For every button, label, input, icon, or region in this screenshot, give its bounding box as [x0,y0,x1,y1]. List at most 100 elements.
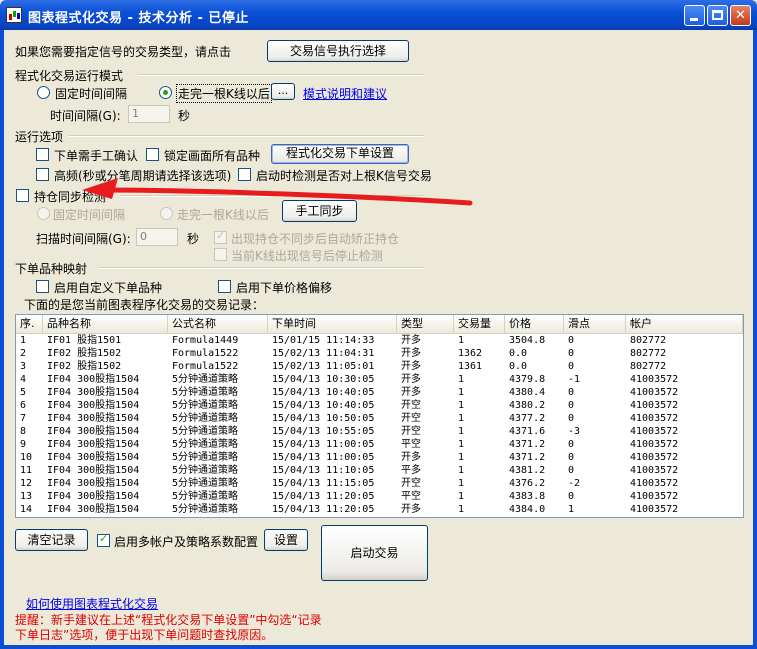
column-header[interactable]: 价格 [505,315,564,333]
howto-link[interactable]: 如何使用图表程式化交易 [26,595,158,612]
close-button[interactable]: ✕ [730,5,751,26]
table-cell: 41003572 [630,374,679,385]
column-header[interactable]: 类型 [397,315,454,333]
sync-kline-radio[interactable] [160,207,173,220]
mode-help-link[interactable]: 模式说明和建议 [303,85,387,102]
column-header[interactable]: 交易量 [454,315,505,333]
column-header[interactable]: 下单时间 [268,315,397,333]
table-cell: IF04 300股指1504 [47,426,140,437]
run-mode-kline-label: 走完一根K线以后 [176,84,272,103]
table-cell: 12 [20,478,33,489]
price-offset-checkbox[interactable] [218,280,231,293]
scan-interval-label: 扫描时间间隔(G): [36,232,131,246]
maximize-button[interactable] [707,5,728,26]
table-cell: 平空 [401,491,421,502]
table-cell: IF04 300股指1504 [47,413,140,424]
run-mode-more-button[interactable]: ... [271,83,295,100]
window-title: 图表程式化交易 - 技术分析 - 已停止 [28,11,249,26]
sync-fixed-radio[interactable] [37,207,50,220]
column-header[interactable]: 公式名称 [168,315,268,333]
multi-account-label: 启用多帐户及策略系数配置 [114,535,259,549]
table-row[interactable]: 10 IF04 300股指1504 5分钟通道策略 15/04/13 11:00:05… [16,451,743,464]
table-row[interactable]: 7 IF04 300股指1504 5分钟通道策略 15/04/13 10:50:05 开… [16,412,743,425]
manual-confirm-checkbox[interactable] [36,148,49,161]
window-frame-right [753,30,757,649]
table-cell: 0 [568,361,575,372]
position-sync-checkbox[interactable] [16,189,29,202]
table-row[interactable]: 12 IF04 300股指1504 5分钟通道策略 15/04/13 11:15:05… [16,477,743,490]
high-freq-checkbox[interactable] [36,168,49,181]
table-cell: 0 [568,387,575,398]
table-cell: Formula1522 [172,348,239,359]
table-row[interactable]: 4 IF04 300股指1504 5分钟通道策略 15/04/13 10:30:05 开… [16,373,743,386]
table-row[interactable]: 1 IF01 股指1501 Formula1449 15/01/15 11:14:33… [16,334,743,347]
table-cell: 802772 [630,361,667,372]
start-trading-button[interactable]: 启动交易 [321,525,428,581]
column-header[interactable]: 滑点 [564,315,626,333]
table-cell: 0 [568,400,575,411]
records-caption: 下面的是您当前图表程序化交易的交易记录： [24,298,265,312]
table-header: 序. 品种名称 公式名称 下单时间 类型 交易量 价格 滑点 帐户 [16,315,743,334]
column-header[interactable]: 品种名称 [43,315,168,333]
table-cell: 14 [20,504,33,515]
window-frame-left [0,30,4,649]
table-cell: 6 [20,400,27,411]
table-cell: 7 [20,413,27,424]
clear-records-button[interactable]: 清空记录 [15,529,88,551]
interval-input[interactable]: 1 [128,105,170,123]
run-mode-kline-radio[interactable] [159,86,172,99]
table-row[interactable]: 11 IF04 300股指1504 5分钟通道策略 15/04/13 11:10:05… [16,464,743,477]
run-options-heading: 运行选项 [15,130,64,144]
table-cell: 1362 [458,348,483,359]
table-cell: 开多 [401,387,421,398]
table-cell: 10 [20,452,33,463]
multi-account-checkbox[interactable] [97,532,110,547]
table-cell: 41003572 [630,439,679,450]
run-mode-fixed-label: 固定时间间隔 [55,87,128,101]
manual-confirm-label: 下单需手工确认 [54,149,139,163]
table-cell: 开空 [401,413,421,424]
stop-on-signal-checkbox[interactable] [214,248,227,261]
column-header[interactable]: 序. [16,315,43,333]
table-row[interactable]: 14 IF04 300股指1504 5分钟通道策略 15/04/13 11:20:05… [16,503,743,516]
scan-interval-input[interactable]: 0 [136,228,178,246]
table-row[interactable]: 8 IF04 300股指1504 5分钟通道策略 15/04/13 10:55:05 开… [16,425,743,438]
position-sync-divider [120,195,424,197]
custom-product-checkbox[interactable] [36,280,49,293]
manual-sync-button[interactable]: 手工同步 [282,200,357,222]
title-bar[interactable]: 图表程式化交易 - 技术分析 - 已停止 ✕ [0,0,757,30]
table-cell: 1 [458,478,465,489]
table-row[interactable]: 2 IF02 股指1502 Formula1522 15/02/13 11:04:31… [16,347,743,360]
table-cell: 13 [20,491,33,502]
signal-select-button[interactable]: 交易信号执行选择 [267,40,409,62]
auto-fix-checkbox[interactable] [214,229,227,244]
table-cell: IF04 300股指1504 [47,491,140,502]
check-on-start-checkbox[interactable] [238,168,251,181]
table-row[interactable]: 6 IF04 300股指1504 5分钟通道策略 15/04/13 10:40:05 开… [16,399,743,412]
table-cell: 0 [568,335,575,346]
table-cell: 开多 [401,452,421,463]
sync-fixed-label: 固定时间间隔 [53,208,126,222]
table-cell: 41003572 [630,413,679,424]
table-cell: 4381.2 [509,465,546,476]
order-mapping-heading: 下单品种映射 [15,262,88,276]
table-cell: 8 [20,426,27,437]
trade-records-table[interactable]: 序. 品种名称 公式名称 下单时间 类型 交易量 价格 滑点 帐户 1 IF01 股指1501 Fo… [15,314,744,518]
table-cell: 15/04/13 11:20:05 [272,491,375,502]
table-row[interactable]: 5 IF04 300股指1504 5分钟通道策略 15/04/13 10:40:05 开… [16,386,743,399]
table-cell: 5分钟通道策略 [172,504,239,515]
table-cell: 4376.2 [509,478,546,489]
order-settings-button[interactable]: 程式化交易下单设置 [271,144,409,164]
multi-account-settings-button[interactable]: 设置 [264,529,308,551]
table-cell: 11 [20,465,33,476]
run-mode-fixed-radio[interactable] [37,86,50,99]
table-row[interactable]: 9 IF04 300股指1504 5分钟通道策略 15/04/13 11:00:05 平… [16,438,743,451]
table-row[interactable]: 3 IF02 股指1502 Formula1522 15/02/13 11:05:01… [16,360,743,373]
hint-line-1: 提醒：新手建议在上述“程式化交易下单设置”中勾选“记录 [15,613,322,627]
minimize-button[interactable] [684,5,705,26]
table-row[interactable]: 13 IF04 300股指1504 5分钟通道策略 15/04/13 11:20:05… [16,490,743,503]
table-cell: 15/04/13 11:00:05 [272,439,375,450]
lock-products-checkbox[interactable] [146,148,159,161]
column-header[interactable]: 帐户 [626,315,743,333]
table-cell: 0 [568,465,575,476]
